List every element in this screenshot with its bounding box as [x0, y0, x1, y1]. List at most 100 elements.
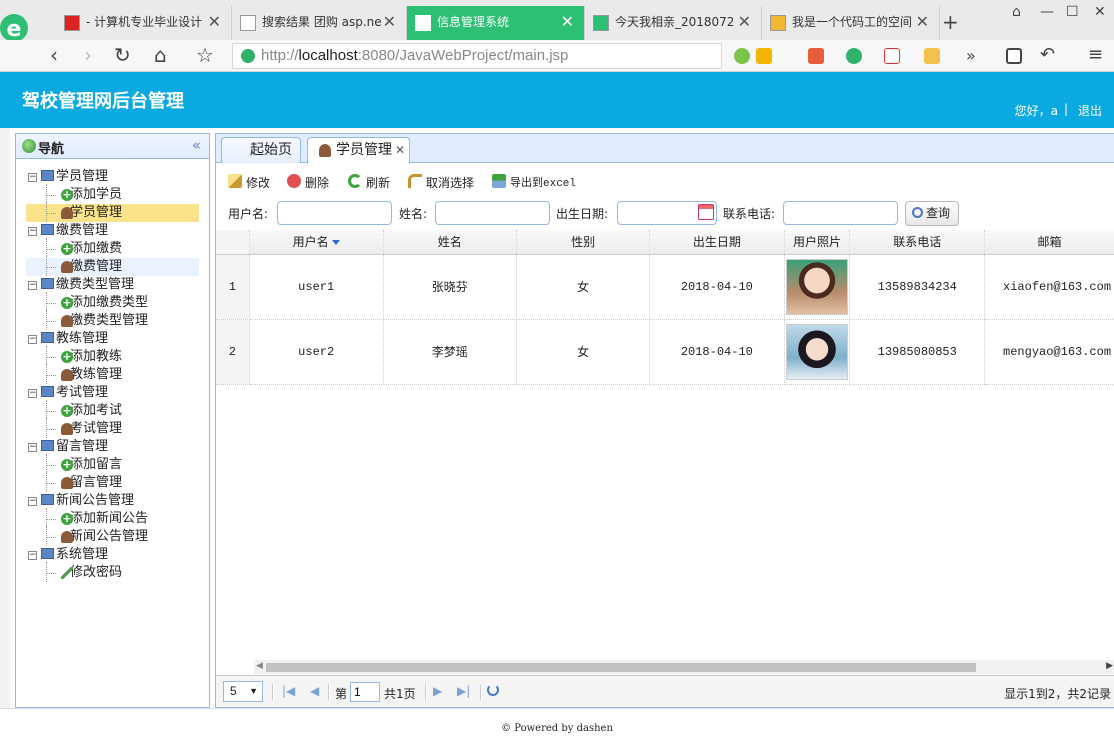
- collapse-toggle-icon[interactable]: −: [28, 443, 37, 452]
- nav-item[interactable]: 缴费类型管理: [26, 310, 199, 330]
- extension-bolt-icon[interactable]: [756, 48, 772, 64]
- nav-item[interactable]: 教练管理: [26, 364, 199, 384]
- browser-tab[interactable]: 今天我相亲_2018072 ✕: [585, 6, 762, 40]
- horizontal-scrollbar[interactable]: ◀ ▶: [254, 660, 1114, 674]
- delete-button[interactable]: 删除: [287, 174, 329, 191]
- url-field[interactable]: http://localhost:8080/JavaWebProject/mai…: [232, 43, 722, 69]
- back-button[interactable]: ‹: [50, 43, 58, 67]
- username-input[interactable]: [277, 201, 392, 225]
- column-header-email[interactable]: 邮箱: [984, 230, 1114, 255]
- undo-icon[interactable]: ↶: [1040, 44, 1055, 65]
- cell-photo: [784, 319, 851, 385]
- collapse-toggle-icon[interactable]: −: [28, 173, 37, 182]
- nav-item[interactable]: 缴费管理: [26, 256, 199, 276]
- scroll-right-arrow-icon[interactable]: ▶: [1106, 661, 1113, 671]
- nav-item[interactable]: 修改密码: [26, 562, 199, 582]
- column-header-name[interactable]: 姓名: [383, 230, 518, 255]
- pager-refresh-icon[interactable]: [487, 684, 499, 696]
- home-button[interactable]: ⌂: [154, 43, 167, 67]
- next-page-button[interactable]: ▶: [433, 684, 442, 698]
- column-header-phone[interactable]: 联系电话: [849, 230, 986, 255]
- extension-shield-icon[interactable]: [846, 48, 862, 64]
- collapse-toggle-icon[interactable]: −: [28, 335, 37, 344]
- bookmark-star-icon[interactable]: ☆: [196, 43, 214, 67]
- nav-group[interactable]: − 留言管理: [16, 438, 209, 456]
- logout-link[interactable]: 退出: [1078, 102, 1102, 119]
- delete-icon: [287, 174, 301, 188]
- calendar-icon[interactable]: [698, 204, 714, 220]
- nav-group[interactable]: − 教练管理: [16, 330, 209, 348]
- close-tab-icon[interactable]: ✕: [208, 6, 221, 38]
- page-number-input[interactable]: [350, 682, 380, 702]
- cancel-selection-button[interactable]: 取消选择: [408, 174, 474, 191]
- more-extensions-icon[interactable]: »: [966, 46, 976, 65]
- scrollbar-thumb[interactable]: [266, 663, 976, 672]
- shirt-icon[interactable]: ⌂: [1012, 4, 1021, 20]
- maximize-button[interactable]: ☐: [1066, 4, 1079, 20]
- column-header-username[interactable]: 用户名: [249, 230, 384, 255]
- browser-tab[interactable]: 我是一个代码工的空间 ✕: [762, 6, 940, 40]
- reload-button[interactable]: ↻: [114, 43, 131, 67]
- close-tab-icon[interactable]: ✕: [916, 6, 929, 38]
- tablet-icon[interactable]: [1006, 48, 1022, 64]
- name-input[interactable]: [435, 201, 550, 225]
- nav-item[interactable]: + 添加缴费类型: [26, 292, 199, 312]
- nav-group[interactable]: − 考试管理: [16, 384, 209, 402]
- nav-group[interactable]: − 新闻公告管理: [16, 492, 209, 510]
- collapse-nav-button[interactable]: «: [192, 136, 201, 154]
- collapse-toggle-icon[interactable]: −: [28, 389, 37, 398]
- refresh-button[interactable]: 刷新: [348, 174, 390, 191]
- nav-item[interactable]: + 添加新闻公告: [26, 508, 199, 528]
- close-tab-icon[interactable]: ✕: [383, 6, 396, 38]
- browser-tab[interactable]: - 计算机专业毕业设计 ✕: [56, 6, 232, 40]
- first-page-button[interactable]: |◀: [282, 684, 295, 698]
- last-page-button[interactable]: ▶|: [457, 684, 470, 698]
- extension-apps-icon[interactable]: [808, 48, 824, 64]
- nav-item[interactable]: 留言管理: [26, 472, 199, 492]
- nav-group[interactable]: − 缴费管理: [16, 222, 209, 240]
- collapse-toggle-icon[interactable]: −: [28, 551, 37, 560]
- close-tab-icon[interactable]: ✕: [561, 6, 574, 38]
- previous-page-button[interactable]: ◀: [310, 684, 319, 698]
- collapse-toggle-icon[interactable]: −: [28, 281, 37, 290]
- export-excel-button[interactable]: 导出到excel: [492, 174, 576, 190]
- nav-item[interactable]: + 添加学员: [26, 184, 199, 204]
- table-row[interactable]: 1 user1 张晓芬 女 2018-04-10 13589834234 xia…: [216, 254, 1114, 320]
- nav-group[interactable]: − 缴费类型管理: [16, 276, 209, 294]
- collapse-toggle-icon[interactable]: −: [28, 497, 37, 506]
- collapse-toggle-icon[interactable]: −: [28, 227, 37, 236]
- nav-item[interactable]: + 添加缴费: [26, 238, 199, 258]
- column-header-gender[interactable]: 性别: [516, 230, 651, 255]
- column-header-birth-date[interactable]: 出生日期: [649, 230, 785, 255]
- extension-note-icon[interactable]: [924, 48, 940, 64]
- menu-icon[interactable]: ≡: [1088, 44, 1103, 65]
- minimize-button[interactable]: —: [1040, 4, 1054, 20]
- nav-item[interactable]: 考试管理: [26, 418, 199, 438]
- nav-group[interactable]: − 学员管理: [16, 168, 209, 186]
- extension-translate-icon[interactable]: [884, 48, 900, 64]
- svg-text:e: e: [7, 17, 22, 42]
- close-window-button[interactable]: ✕: [1094, 4, 1106, 20]
- table-row[interactable]: 2 user2 李梦瑶 女 2018-04-10 13985080853 men…: [216, 319, 1114, 385]
- browser-tab[interactable]: 搜索结果 团购 asp.ne ✕: [232, 6, 407, 40]
- nav-item[interactable]: + 添加考试: [26, 400, 199, 420]
- nav-item[interactable]: + 添加留言: [26, 454, 199, 474]
- tab-start-page[interactable]: 起始页: [221, 137, 301, 163]
- column-header-photo[interactable]: 用户照片: [784, 230, 851, 255]
- page-size-select[interactable]: 5 ▼: [223, 681, 263, 702]
- new-tab-button[interactable]: +: [942, 10, 959, 34]
- scroll-left-arrow-icon[interactable]: ◀: [256, 661, 263, 671]
- nav-item[interactable]: + 添加教练: [26, 346, 199, 366]
- close-tab-icon[interactable]: ✕: [395, 138, 405, 162]
- extension-gear-icon[interactable]: [734, 48, 750, 64]
- phone-input[interactable]: [783, 201, 898, 225]
- edit-button[interactable]: 修改: [228, 174, 270, 191]
- nav-item[interactable]: 新闻公告管理: [26, 526, 199, 546]
- nav-group[interactable]: − 系统管理: [16, 546, 209, 564]
- tab-student-management[interactable]: 学员管理 ✕: [307, 137, 410, 164]
- nav-item[interactable]: 学员管理: [26, 202, 199, 222]
- query-button[interactable]: 查询: [905, 201, 959, 226]
- close-tab-icon[interactable]: ✕: [738, 6, 751, 38]
- browser-tab[interactable]: 信息管理系统 ✕: [407, 6, 585, 40]
- forward-button[interactable]: ›: [84, 43, 92, 67]
